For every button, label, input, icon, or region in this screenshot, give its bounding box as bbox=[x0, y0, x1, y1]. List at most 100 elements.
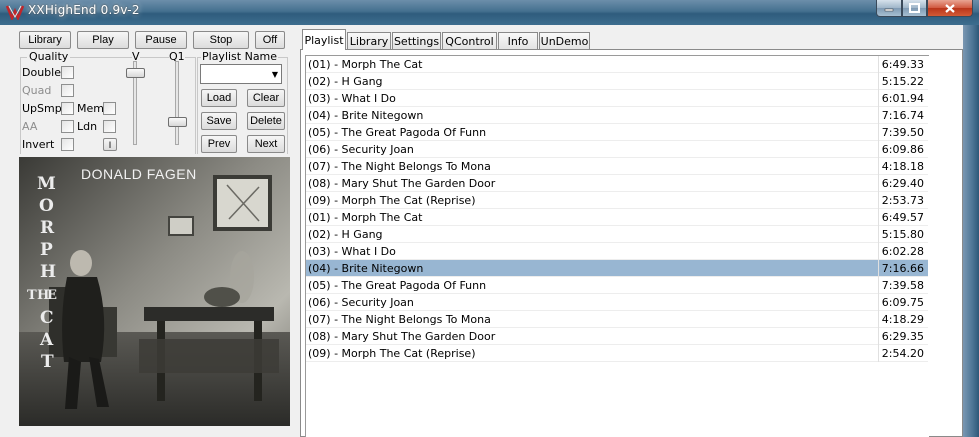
tab-info[interactable]: Info bbox=[498, 32, 538, 49]
playlist-row[interactable]: (04) - Brite Nitegown 7:16.74 bbox=[306, 107, 928, 124]
playlist-row[interactable]: (04) - Brite Nitegown 7:16.66 bbox=[306, 260, 928, 277]
play-button[interactable]: Play bbox=[77, 31, 129, 49]
track-duration: 2:54.20 bbox=[878, 345, 928, 362]
playlist-row[interactable]: (08) - Mary Shut The Garden Door 6:29.40 bbox=[306, 175, 928, 192]
window-title: XXHighEnd 0.9v-2 bbox=[28, 3, 140, 17]
track-title: (02) - H Gang bbox=[308, 75, 383, 88]
playlist-row[interactable]: (07) - The Night Belongs To Mona 4:18.18 bbox=[306, 158, 928, 175]
album-title-letter: P bbox=[40, 240, 53, 260]
track-title: (05) - The Great Pagoda Of Funn bbox=[308, 279, 487, 292]
ldn-label: Ldn bbox=[77, 120, 98, 133]
playlist-row[interactable]: (06) - Security Joan 6:09.75 bbox=[306, 294, 928, 311]
track-title: (03) - What I Do bbox=[308, 92, 396, 105]
track-duration: 4:18.18 bbox=[878, 158, 928, 175]
playlist-row[interactable]: (01) - Morph The Cat 6:49.33 bbox=[306, 56, 928, 73]
save-button[interactable]: Save bbox=[201, 112, 237, 130]
album-title-letter: C bbox=[40, 308, 54, 328]
playlist-row[interactable]: (02) - H Gang 5:15.80 bbox=[306, 226, 928, 243]
track-duration: 6:09.75 bbox=[878, 294, 928, 311]
off-button[interactable]: Off bbox=[255, 31, 285, 49]
playlist-row[interactable]: (03) - What I Do 6:01.94 bbox=[306, 90, 928, 107]
tab-playlist[interactable]: Playlist bbox=[302, 29, 346, 50]
maximize-button[interactable] bbox=[902, 0, 927, 17]
track-title: (09) - Morph The Cat (Reprise) bbox=[308, 347, 476, 360]
clear-button[interactable]: Clear bbox=[247, 89, 285, 107]
album-title-letter: O bbox=[39, 196, 54, 216]
album-title-letter: R bbox=[40, 218, 55, 238]
track-duration: 5:15.80 bbox=[878, 226, 928, 243]
track-title: (06) - Security Joan bbox=[308, 143, 414, 156]
album-artist: DONALD FAGEN bbox=[81, 166, 197, 182]
playlist-row[interactable]: (06) - Security Joan 6:09.86 bbox=[306, 141, 928, 158]
track-title: (01) - Morph The Cat bbox=[308, 211, 423, 224]
track-title: (04) - Brite Nitegown bbox=[308, 109, 424, 122]
album-cover: M O R P H T H E C A T DONALD FAGEN bbox=[19, 157, 290, 426]
double-checkbox[interactable] bbox=[61, 66, 74, 79]
next-button[interactable]: Next bbox=[247, 135, 285, 153]
invert-checkbox[interactable] bbox=[61, 138, 74, 151]
mem-label: Mem bbox=[77, 102, 104, 115]
tab-library[interactable]: Library bbox=[347, 32, 391, 49]
close-icon bbox=[945, 3, 955, 13]
track-title: (09) - Morph The Cat (Reprise) bbox=[308, 194, 476, 207]
playlist-row[interactable]: (03) - What I Do 6:02.28 bbox=[306, 243, 928, 260]
quality-group-label: Quality bbox=[27, 50, 71, 63]
tab-settings[interactable]: Settings bbox=[392, 32, 441, 49]
track-title: (07) - The Night Belongs To Mona bbox=[308, 313, 491, 326]
playlist-name-select[interactable]: ▼ bbox=[200, 64, 282, 84]
track-title: (03) - What I Do bbox=[308, 245, 396, 258]
load-button[interactable]: Load bbox=[201, 89, 237, 107]
title-bar[interactable]: XXHighEnd 0.9v-2 bbox=[0, 0, 979, 25]
playlist-row[interactable]: (05) - The Great Pagoda Of Funn 7:39.58 bbox=[306, 277, 928, 294]
aa-checkbox[interactable] bbox=[61, 120, 74, 133]
delete-button[interactable]: Delete bbox=[247, 112, 285, 130]
album-title-letter: M bbox=[37, 174, 56, 194]
playlist-list[interactable]: (01) - Morph The Cat 6:49.33 (02) - H Gang… bbox=[305, 55, 929, 437]
playlist-name-label: Playlist Name bbox=[201, 50, 279, 63]
upsmp-checkbox[interactable] bbox=[61, 102, 74, 115]
stop-button[interactable]: Stop bbox=[193, 31, 249, 49]
album-title-letter: T bbox=[27, 288, 37, 303]
playlist-row[interactable]: (07) - The Night Belongs To Mona 4:18.29 bbox=[306, 311, 928, 328]
info-small-button[interactable]: I bbox=[103, 138, 117, 151]
quad-checkbox[interactable] bbox=[61, 84, 74, 97]
prev-button[interactable]: Prev bbox=[201, 135, 237, 153]
playlist-row[interactable]: (09) - Morph The Cat (Reprise) 2:54.20 bbox=[306, 345, 928, 362]
track-duration: 7:39.50 bbox=[878, 124, 928, 141]
track-duration: 6:49.33 bbox=[878, 56, 928, 73]
maximize-icon bbox=[909, 3, 920, 13]
xx-logo-icon bbox=[6, 5, 24, 20]
track-title: (02) - H Gang bbox=[308, 228, 383, 241]
track-title: (01) - Morph The Cat bbox=[308, 58, 423, 71]
minimize-button[interactable] bbox=[876, 0, 902, 17]
library-button[interactable]: Library bbox=[19, 31, 71, 49]
track-title: (08) - Mary Shut The Garden Door bbox=[308, 330, 496, 343]
ldn-checkbox[interactable] bbox=[103, 120, 116, 133]
aa-label: AA bbox=[22, 120, 38, 133]
upsmp-label: UpSmp bbox=[22, 102, 62, 115]
app-window: XXHighEnd 0.9v-2 Library Play Pause Stop… bbox=[0, 0, 979, 437]
track-duration: 6:29.40 bbox=[878, 175, 928, 192]
close-button[interactable] bbox=[927, 0, 973, 17]
track-duration: 7:16.74 bbox=[878, 107, 928, 124]
track-title: (08) - Mary Shut The Garden Door bbox=[308, 177, 496, 190]
q1-slider-track[interactable] bbox=[175, 61, 179, 145]
mem-checkbox[interactable] bbox=[103, 102, 116, 115]
pause-button[interactable]: Pause bbox=[135, 31, 187, 49]
playlist-row[interactable]: (08) - Mary Shut The Garden Door 6:29.35 bbox=[306, 328, 928, 345]
v-slider-thumb[interactable] bbox=[126, 68, 145, 78]
track-title: (07) - The Night Belongs To Mona bbox=[308, 160, 491, 173]
track-title: (05) - The Great Pagoda Of Funn bbox=[308, 126, 487, 139]
playlist-row[interactable]: (01) - Morph The Cat 6:49.57 bbox=[306, 209, 928, 226]
playlist-row[interactable]: (05) - The Great Pagoda Of Funn 7:39.50 bbox=[306, 124, 928, 141]
track-duration: 6:49.57 bbox=[878, 209, 928, 226]
track-duration: 7:39.58 bbox=[878, 277, 928, 294]
q1-slider-thumb[interactable] bbox=[168, 117, 187, 127]
track-duration: 6:09.86 bbox=[878, 141, 928, 158]
track-duration: 6:29.35 bbox=[878, 328, 928, 345]
invert-label: Invert bbox=[22, 138, 55, 151]
playlist-row[interactable]: (02) - H Gang 5:15.22 bbox=[306, 73, 928, 90]
tab-qcontrol[interactable]: QControl bbox=[442, 32, 497, 49]
tab-undemo[interactable]: UnDemo bbox=[539, 32, 590, 49]
playlist-row[interactable]: (09) - Morph The Cat (Reprise) 2:53.73 bbox=[306, 192, 928, 209]
